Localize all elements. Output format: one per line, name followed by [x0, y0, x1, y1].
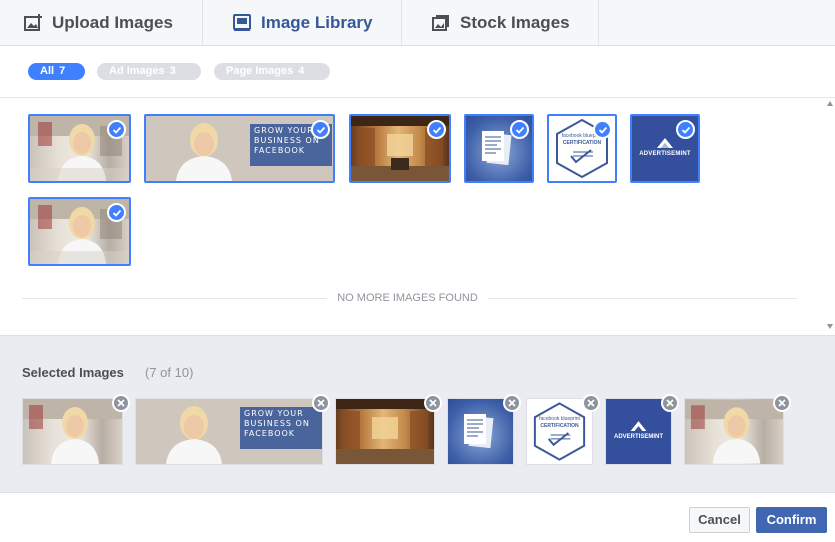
image-library-grid: GROW YOUR BUSINESS ON FACEBOOK facebook … [0, 98, 835, 335]
selected-image-3 [335, 394, 442, 465]
cert-text: facebook blueprint CERTIFICATION [527, 416, 592, 430]
remove-image-button[interactable] [582, 394, 600, 412]
library-image-6[interactable]: ADVERTISEMINT [630, 114, 700, 183]
tab-upload-images[interactable]: Upload Images [0, 0, 203, 45]
filter-count: 3 [169, 65, 176, 77]
tab-bar: Upload Images Image Library Stock Images [0, 0, 835, 46]
tab-label: Upload Images [52, 12, 173, 32]
upload-image-icon [24, 13, 42, 32]
image-facebook-banner: GROW YOUR BUSINESS ON FACEBOOK [136, 399, 322, 464]
close-icon [117, 399, 125, 407]
tab-stock-images[interactable]: Stock Images [402, 0, 599, 45]
library-image-4[interactable] [464, 114, 534, 183]
image-woman [685, 399, 783, 464]
selected-images-title: Selected Images [22, 365, 124, 380]
selected-check-icon [107, 120, 126, 139]
remove-image-button[interactable] [661, 394, 679, 412]
filter-label: Page Images [226, 65, 294, 77]
filter-all[interactable]: All 7 [28, 63, 85, 80]
library-image-1[interactable] [28, 114, 131, 183]
no-more-images-message: NO MORE IMAGES FOUND [0, 292, 815, 304]
close-icon [666, 399, 674, 407]
selected-image-4 [447, 394, 521, 465]
scroll-down-icon[interactable] [827, 324, 833, 329]
selected-images-count: (7 of 10) [145, 365, 194, 380]
close-icon [587, 399, 595, 407]
scroll-up-icon[interactable] [827, 101, 833, 106]
selected-image-6: ADVERTISEMINT [605, 394, 679, 465]
adv-text: ADVERTISEMINT [639, 151, 691, 157]
selected-check-icon [593, 120, 612, 139]
filter-count: 4 [298, 65, 305, 77]
selected-image-7 [684, 394, 791, 465]
library-image-5[interactable]: facebook blueprint CERTIFICATION [547, 114, 617, 183]
remove-image-button[interactable] [503, 394, 521, 412]
close-icon [429, 399, 437, 407]
cert-line: CERTIFICATION [540, 423, 579, 429]
selected-image-5: facebook blueprint CERTIFICATION [526, 394, 600, 465]
tab-label: Stock Images [460, 12, 570, 32]
banner-line: FACEBOOK [254, 146, 306, 155]
library-image-3[interactable] [349, 114, 451, 183]
selected-check-icon [676, 120, 695, 139]
close-icon [778, 399, 786, 407]
image-documents [448, 399, 513, 464]
library-image-7[interactable] [28, 197, 131, 266]
cert-line: CERTIFICATION [562, 140, 602, 146]
filter-bar: All 7 Ad Images 3 Page Images 4 [0, 46, 835, 98]
image-advertisemint-logo: ADVERTISEMINT [606, 399, 671, 464]
selected-image-2: GROW YOUR BUSINESS ON FACEBOOK [135, 394, 330, 465]
banner-line: GROW YOUR [244, 409, 304, 418]
filter-page-images[interactable]: Page Images 4 [214, 63, 330, 80]
image-library-icon [233, 13, 251, 32]
banner-text: GROW YOUR BUSINESS ON FACEBOOK [244, 409, 322, 439]
selected-check-icon [510, 120, 529, 139]
selected-check-icon [427, 120, 446, 139]
cert-line: facebook blueprint [539, 416, 580, 422]
image-store-interior [336, 399, 434, 464]
remove-image-button[interactable] [773, 394, 791, 412]
adv-text: ADVERTISEMINT [613, 434, 663, 440]
selected-images-panel: Selected Images (7 of 10) GROW YOUR BUSI… [0, 335, 835, 493]
selected-check-icon [107, 203, 126, 222]
filter-count: 7 [59, 65, 66, 77]
remove-image-button[interactable] [312, 394, 330, 412]
no-more-images-text: NO MORE IMAGES FOUND [327, 292, 488, 304]
cancel-button[interactable]: Cancel [689, 507, 750, 533]
filter-label: Ad Images [109, 65, 165, 77]
remove-image-button[interactable] [112, 394, 130, 412]
close-icon [508, 399, 516, 407]
image-woman [23, 399, 122, 464]
library-image-2[interactable]: GROW YOUR BUSINESS ON FACEBOOK [144, 114, 335, 183]
close-icon [317, 399, 325, 407]
image-facebook-banner: GROW YOUR BUSINESS ON FACEBOOK [146, 116, 333, 181]
remove-image-button[interactable] [424, 394, 442, 412]
dialog-footer: Cancel Confirm [0, 493, 835, 542]
image-blueprint-certification: facebook blueprint CERTIFICATION [527, 399, 592, 464]
tab-label: Image Library [261, 12, 373, 32]
banner-line: FACEBOOK [244, 429, 296, 438]
stock-images-icon [432, 14, 450, 32]
banner-line: BUSINESS ON [244, 419, 310, 428]
filter-ad-images[interactable]: Ad Images 3 [97, 63, 201, 80]
selected-image-1 [22, 394, 130, 465]
confirm-button[interactable]: Confirm [756, 507, 827, 533]
filter-label: All [40, 65, 55, 77]
tab-image-library[interactable]: Image Library [203, 0, 402, 45]
selected-check-icon [311, 120, 330, 139]
scrollbar[interactable] [826, 98, 835, 335]
